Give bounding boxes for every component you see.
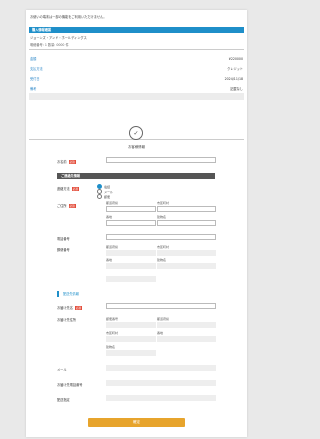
radio-icon[interactable]	[97, 194, 102, 199]
delivery-input[interactable]	[106, 336, 156, 342]
area-input[interactable]	[106, 263, 156, 269]
note-input[interactable]	[106, 395, 216, 401]
phone-input[interactable]	[106, 234, 216, 240]
summary-value: 記載なし	[230, 87, 243, 91]
divider	[29, 49, 244, 50]
address-input[interactable]	[157, 220, 216, 226]
contact-section-head: ご連絡先情報	[57, 173, 215, 179]
delivery-sub: 市区町村	[106, 331, 119, 335]
address-input[interactable]	[106, 220, 156, 226]
area-sub: 都道府県	[106, 245, 119, 249]
phone-label: 電話番号	[57, 237, 70, 241]
area-input[interactable]	[157, 250, 216, 256]
area-input[interactable]	[106, 250, 156, 256]
meta-text: 明細番号: 1 数量: 0000 件	[30, 43, 69, 47]
area-input[interactable]	[157, 263, 216, 269]
check-icon: ✓	[129, 126, 143, 140]
radio-option[interactable]: 郵便	[97, 194, 110, 199]
subtitle: ジョーンズ・アンド・ホールディングス	[30, 36, 87, 40]
delivery-input[interactable]	[106, 350, 156, 356]
required-badge: 必須	[74, 306, 83, 310]
summary-label: 受付日	[30, 77, 40, 81]
summary-value: 2024/11/18	[224, 76, 243, 81]
name-input[interactable]	[106, 157, 216, 163]
delivery-input[interactable]	[157, 336, 216, 342]
section-title: お客様情報	[128, 145, 145, 149]
submit-button[interactable]: 確定	[88, 418, 185, 427]
form-page: お使いの端末は一部の機能をご利用いただけません。 購入情報確認 ジョーンズ・アン…	[26, 10, 247, 437]
summary-label: 備考	[30, 87, 37, 91]
delivery-input[interactable]	[106, 322, 156, 328]
area-sub: 建物名	[157, 258, 167, 262]
email-label: メール	[57, 368, 67, 372]
summary-row: 備考 記載なし	[30, 86, 243, 91]
summary-label: 支払方法	[30, 67, 43, 71]
contact-method-label: 連絡方法 必須	[57, 187, 79, 191]
summary-value: クレジット	[227, 67, 243, 71]
email-input[interactable]	[106, 365, 216, 371]
gray-band	[29, 93, 244, 100]
required-badge: 必須	[71, 187, 79, 191]
delivery-section-head: 配送先情報	[57, 291, 215, 297]
meta-row: 明細番号: 1 数量: 0000 件	[30, 42, 243, 47]
summary-value: ¥220000	[228, 56, 243, 61]
summary-row: 支払方法 クレジット	[30, 66, 243, 71]
address-sub: 都道府県	[106, 201, 119, 205]
address-input[interactable]	[106, 206, 156, 212]
header-bar: 購入情報確認	[29, 27, 244, 33]
area-input[interactable]	[106, 276, 156, 282]
delivery-phone-input[interactable]	[106, 380, 216, 386]
name-label: お名前 必須	[57, 160, 76, 164]
subtitle-row: ジョーンズ・アンド・ホールディングス	[30, 35, 243, 40]
required-badge: 必須	[68, 160, 76, 164]
area-sub: 市区町村	[157, 245, 170, 249]
address-sub: 市区町村	[157, 201, 170, 205]
delivery-sub: 建物名	[106, 345, 116, 349]
address-label: ご住所 必須	[57, 204, 76, 208]
address-sub: 番地	[106, 215, 113, 219]
summary-row: 受付日 2024/11/18	[30, 76, 243, 82]
delivery-sub: 番地	[157, 331, 164, 335]
delivery-address-label: お届け先住所	[57, 318, 77, 322]
header-bar-title: 購入情報確認	[32, 28, 52, 32]
summary-row: 金額 ¥220000	[30, 56, 243, 62]
area-sub: 番地	[106, 258, 113, 262]
delivery-sub: 都道府県	[157, 317, 170, 321]
area-label: 郵便番号	[57, 248, 70, 252]
required-badge: 必須	[68, 204, 76, 208]
note-label: 配送指定	[57, 398, 70, 402]
delivery-name-label: お届け先名 必須	[57, 306, 83, 310]
delivery-input[interactable]	[157, 322, 216, 328]
delivery-phone-label: お届け先電話番号	[57, 383, 83, 387]
delivery-sub: 郵便番号	[106, 317, 119, 321]
delivery-name-input[interactable]	[106, 303, 216, 309]
address-input[interactable]	[157, 206, 216, 212]
address-sub: 建物名	[157, 215, 167, 219]
notice-text: お使いの端末は一部の機能をご利用いただけません。	[30, 15, 107, 19]
summary-label: 金額	[30, 57, 37, 61]
